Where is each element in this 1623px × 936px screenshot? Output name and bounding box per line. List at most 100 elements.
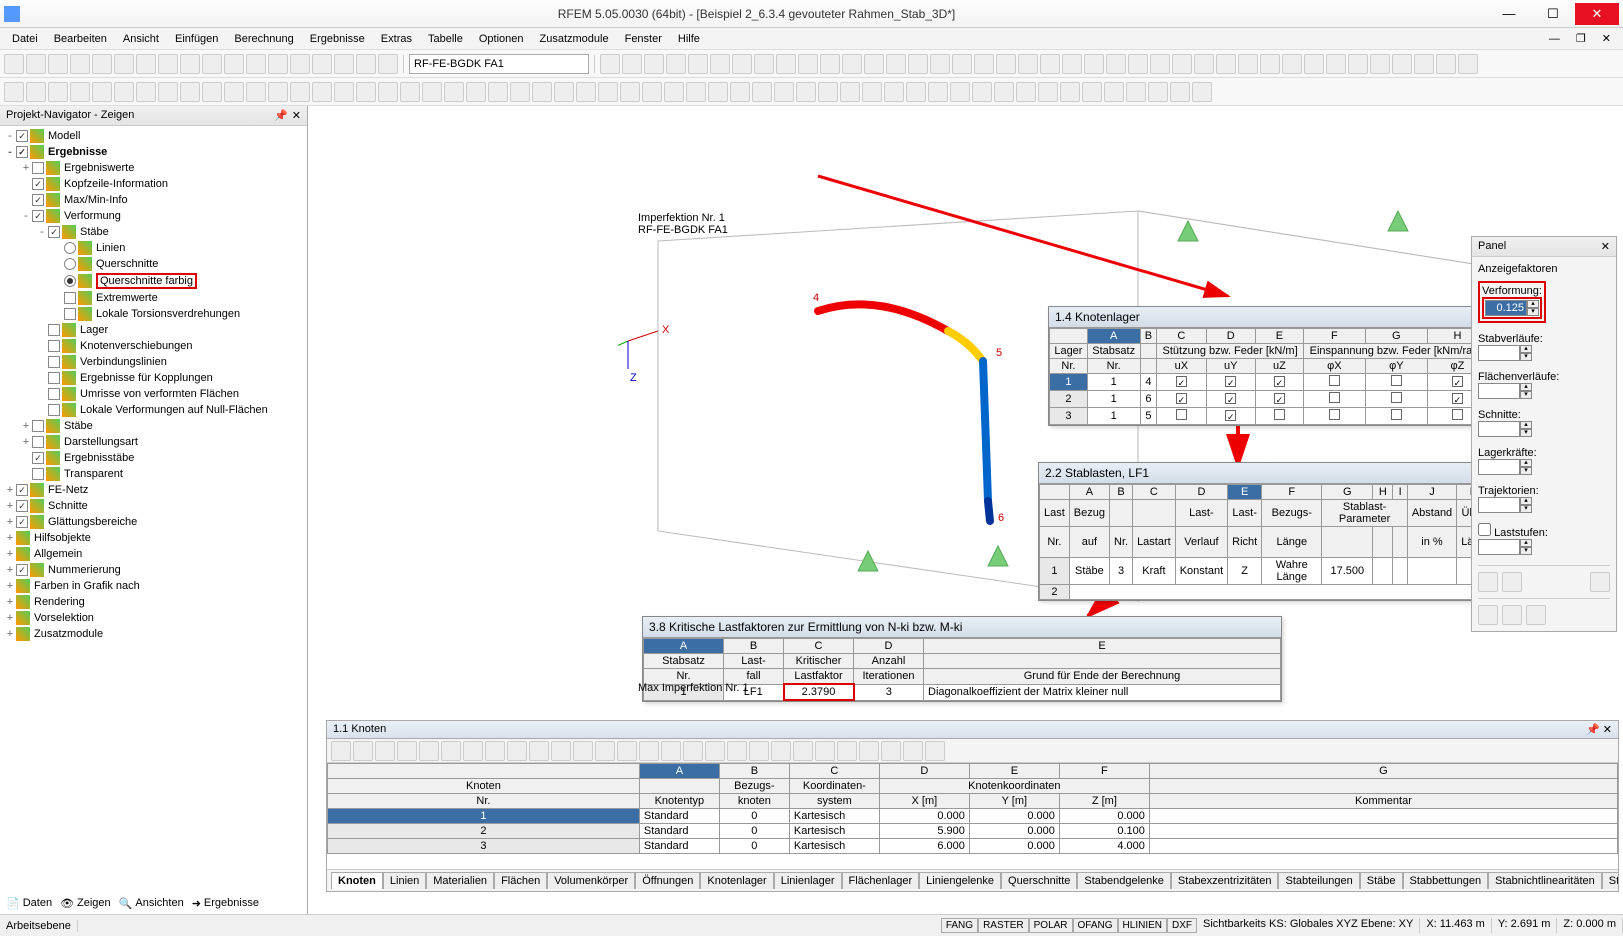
bottom-tab[interactable]: Linien [383, 872, 426, 889]
tree-item[interactable]: Querschnitte farbig [2, 272, 305, 290]
tab-daten[interactable]: 📄 Daten [6, 897, 52, 910]
bottom-tab[interactable]: Stabbettungen [1403, 872, 1489, 889]
toolbar-button[interactable] [1038, 82, 1058, 102]
toolbar-button[interactable] [950, 82, 970, 102]
stabverlaeufe-spinner[interactable]: ▴▾ [1478, 345, 1610, 361]
toolbar-button[interactable] [793, 741, 813, 761]
lagerkraefte-spinner[interactable]: ▴▾ [1478, 459, 1610, 475]
toolbar-button[interactable] [114, 54, 134, 74]
menu-berechnung[interactable]: Berechnung [228, 31, 299, 47]
navigator-tree[interactable]: -Modell-Ergebnisse+ErgebniswerteKopfzeil… [0, 126, 307, 914]
maximize-button[interactable]: ☐ [1531, 3, 1575, 25]
panel-close-icon[interactable]: ✕ [1601, 240, 1610, 253]
toolbar-button[interactable] [1016, 82, 1036, 102]
toolbar-button[interactable] [158, 82, 178, 102]
toolbar-button[interactable] [202, 54, 222, 74]
toolbar-button[interactable] [820, 54, 840, 74]
toolbar-button[interactable] [842, 54, 862, 74]
bottom-tab[interactable]: Knoten [331, 872, 383, 889]
toolbar-button[interactable] [48, 54, 68, 74]
tree-item[interactable]: Linien [2, 240, 305, 256]
flaechenverlaeufe-spinner[interactable]: ▴▾ [1478, 383, 1610, 399]
toolbar-button[interactable] [906, 82, 926, 102]
tree-item[interactable]: Lokale Verformungen auf Null-Flächen [2, 402, 305, 418]
menu-zusatzmodule[interactable]: Zusatzmodule [534, 31, 615, 47]
bottom-tab[interactable]: Stabnichtlinearitäten [1488, 872, 1602, 889]
tree-item[interactable]: +FE-Netz [2, 482, 305, 498]
tree-item[interactable]: +Rendering [2, 594, 305, 610]
toolbar-button[interactable] [686, 82, 706, 102]
toolbar-button[interactable] [796, 82, 816, 102]
tree-item[interactable]: Lager [2, 322, 305, 338]
bottom-tab[interactable]: Linienlager [774, 872, 842, 889]
toolbar-button[interactable] [26, 54, 46, 74]
tree-item[interactable]: -Verformung [2, 208, 305, 224]
toolbar-button[interactable] [1018, 54, 1038, 74]
toolbar-button[interactable] [661, 741, 681, 761]
toolbar-button[interactable] [356, 54, 376, 74]
schnitte-spinner[interactable]: ▴▾ [1478, 421, 1610, 437]
toolbar-button[interactable] [400, 82, 420, 102]
tree-item[interactable]: +Farben in Grafik nach [2, 578, 305, 594]
toolbar-button[interactable] [268, 82, 288, 102]
toolbar-button[interactable] [576, 82, 596, 102]
toolbar-button[interactable] [224, 54, 244, 74]
bottom-tab[interactable]: Querschnitte [1001, 872, 1077, 889]
toolbar-button[interactable] [774, 82, 794, 102]
toolbar-button[interactable] [840, 82, 860, 102]
toolbar-button[interactable] [488, 82, 508, 102]
toolbar-button[interactable] [26, 82, 46, 102]
tree-item[interactable]: -Stäbe [2, 224, 305, 240]
toolbar-button[interactable] [48, 82, 68, 102]
mdi-minimize[interactable]: — [1543, 31, 1566, 47]
toolbar-button[interactable] [290, 82, 310, 102]
tree-item[interactable]: Extremwerte [2, 290, 305, 306]
dock-close-icon[interactable]: ✕ [1603, 724, 1612, 736]
tree-item[interactable]: +Hilfsobjekte [2, 530, 305, 546]
menu-fenster[interactable]: Fenster [619, 31, 668, 47]
toolbar-button[interactable] [925, 741, 945, 761]
toolbar-button[interactable] [1238, 54, 1258, 74]
toolbar-button[interactable] [441, 741, 461, 761]
toolbar-button[interactable] [930, 54, 950, 74]
toolbar-button[interactable] [378, 54, 398, 74]
toolbar-button[interactable] [595, 741, 615, 761]
toolbar-button[interactable] [1326, 54, 1346, 74]
toolbar-button[interactable] [290, 54, 310, 74]
tree-item[interactable]: +Nummerierung [2, 562, 305, 578]
tree-item[interactable]: Ergebnisstäbe [2, 450, 305, 466]
toolbar-button[interactable] [551, 741, 571, 761]
bottom-tab[interactable]: Materialien [426, 872, 494, 889]
toolbar-button[interactable] [422, 82, 442, 102]
toolbar-button[interactable] [463, 741, 483, 761]
toolbar-button[interactable] [622, 54, 642, 74]
bottom-tab[interactable]: Öffnungen [635, 872, 700, 889]
toolbar-button[interactable] [886, 54, 906, 74]
tree-item[interactable]: +Glättungsbereiche [2, 514, 305, 530]
toolbar-button[interactable] [639, 741, 659, 761]
tree-item[interactable]: +Vorselektion [2, 610, 305, 626]
toolbar-button[interactable] [928, 82, 948, 102]
tree-item[interactable]: +Zusatzmodule [2, 626, 305, 642]
tab-zeigen[interactable]: 👁 Zeigen [60, 897, 111, 910]
toolbar-button[interactable] [908, 54, 928, 74]
toolbar-button[interactable] [92, 82, 112, 102]
toolbar-button[interactable] [1082, 82, 1102, 102]
toolbar-button[interactable] [202, 82, 222, 102]
menu-extras[interactable]: Extras [375, 31, 418, 47]
tree-item[interactable]: +Ergebniswerte [2, 160, 305, 176]
toolbar-button[interactable] [532, 82, 552, 102]
toolbar-button[interactable] [598, 82, 618, 102]
toolbar-button[interactable] [1436, 54, 1456, 74]
bottom-tab[interactable]: Flächenlager [842, 872, 920, 889]
tree-item[interactable]: +Allgemein [2, 546, 305, 562]
toolbar-button[interactable] [70, 82, 90, 102]
toolbar-button[interactable] [1260, 54, 1280, 74]
toolbar-button[interactable] [1062, 54, 1082, 74]
bottom-tab[interactable]: Stabexzentrizitäten [1171, 872, 1279, 889]
toolbar-button[interactable] [1370, 54, 1390, 74]
toolbar-button[interactable] [1150, 54, 1170, 74]
minimize-button[interactable]: — [1487, 3, 1531, 25]
toolbar-button[interactable] [1040, 54, 1060, 74]
toolbar-button[interactable] [353, 741, 373, 761]
